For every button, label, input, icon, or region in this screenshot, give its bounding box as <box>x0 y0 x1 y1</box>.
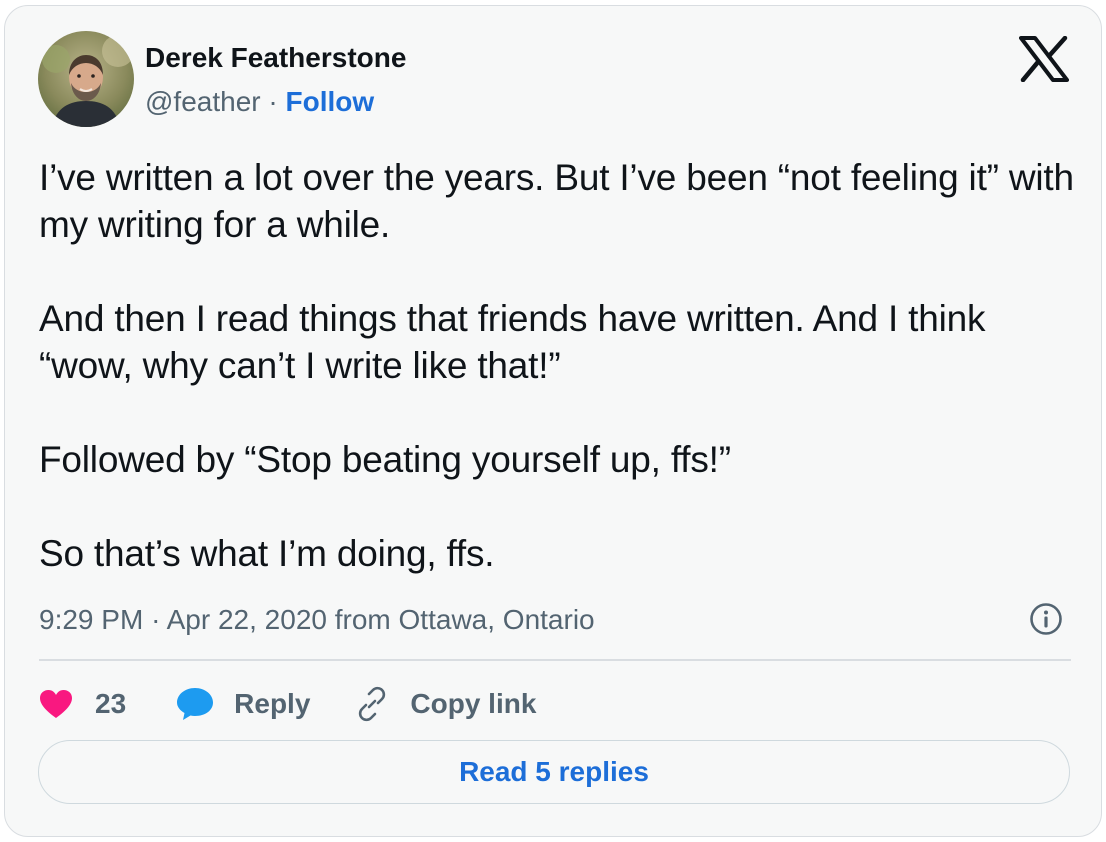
author-name[interactable]: Derek Featherstone <box>145 40 406 76</box>
avatar[interactable] <box>38 31 134 127</box>
copy-link-button[interactable]: Copy link <box>354 686 536 722</box>
reply-label: Reply <box>234 688 311 719</box>
tweet-paragraph: Followed by “Stop beating yourself up, f… <box>39 439 731 480</box>
author-subline: @feather · Follow <box>145 84 406 120</box>
copy-link-label: Copy link <box>410 688 537 719</box>
tweet-location[interactable]: Ottawa, Ontario <box>399 604 595 635</box>
tweet-metadata: 9:29 PM · Apr 22, 2020 from Ottawa, Onta… <box>39 602 595 638</box>
reply-button[interactable]: Reply <box>176 687 310 721</box>
author-block: Derek Featherstone @feather · Follow <box>145 40 406 120</box>
tweet-time[interactable]: 9:29 PM <box>39 604 143 635</box>
avatar-photo <box>38 31 134 127</box>
tweet-date[interactable]: Apr 22, 2020 <box>167 604 327 635</box>
info-icon[interactable] <box>1029 602 1063 636</box>
x-logo-icon[interactable] <box>1019 35 1069 83</box>
meta-separator: · <box>151 604 161 635</box>
like-button[interactable]: 23 <box>39 688 126 720</box>
divider <box>39 659 1071 661</box>
handle-separator: · <box>268 86 278 117</box>
follow-link[interactable]: Follow <box>286 86 375 117</box>
tweet-paragraph: I’ve written a lot over the years. But I… <box>39 157 1074 245</box>
heart-icon <box>39 689 73 719</box>
tweet-text: I’ve written a lot over the years. But I… <box>39 154 1079 577</box>
tweet-paragraph: And then I read things that friends have… <box>39 298 986 386</box>
tweet-paragraph: So that’s what I’m doing, ffs. <box>39 533 495 574</box>
like-count: 23 <box>95 688 127 719</box>
speech-bubble-icon <box>176 687 214 721</box>
location-prefix: from <box>334 604 391 635</box>
link-icon <box>354 686 390 722</box>
author-handle[interactable]: @feather <box>145 86 261 117</box>
read-replies-button[interactable]: Read 5 replies <box>38 740 1070 804</box>
action-bar: 23 Reply Copy link <box>39 679 536 729</box>
tweet-card: Derek Featherstone @feather · Follow I’v… <box>4 5 1102 837</box>
